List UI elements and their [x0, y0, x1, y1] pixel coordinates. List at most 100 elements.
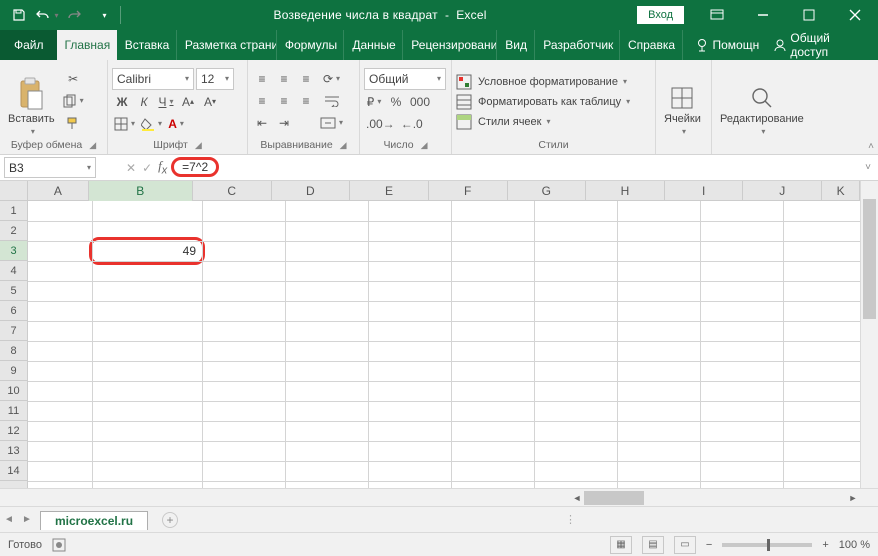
tab-developer[interactable]: Разработчик — [535, 30, 620, 60]
increase-indent-icon[interactable]: ⇥ — [274, 113, 294, 133]
formula-input[interactable]: =7^2 — [167, 155, 858, 180]
decrease-indent-icon[interactable]: ⇤ — [252, 113, 272, 133]
copy-icon[interactable]: ▾ — [61, 91, 86, 111]
column-header[interactable]: J — [743, 181, 822, 201]
tab-nav-prev-icon[interactable]: ◄ — [0, 514, 18, 525]
column-header[interactable]: D — [272, 181, 351, 201]
vertical-scroll-thumb[interactable] — [863, 199, 876, 319]
tab-layout[interactable]: Разметка страни — [177, 30, 277, 60]
align-top-icon[interactable]: ≡ — [252, 69, 272, 89]
close-button[interactable] — [832, 0, 878, 30]
row-header[interactable]: 8 — [0, 341, 27, 361]
zoom-slider[interactable] — [722, 543, 812, 547]
tell-me[interactable]: Помощн — [695, 38, 760, 52]
tab-insert[interactable]: Вставка — [117, 30, 177, 60]
font-color-button[interactable]: A▾ — [166, 114, 186, 134]
row-header[interactable]: 6 — [0, 301, 27, 321]
tab-view[interactable]: Вид — [497, 30, 535, 60]
zoom-out-button[interactable]: − — [706, 539, 712, 551]
orientation-icon[interactable]: ⟳▾ — [318, 69, 345, 89]
align-bottom-icon[interactable]: ≡ — [296, 69, 316, 89]
row-header[interactable]: 7 — [0, 321, 27, 341]
page-break-view-icon[interactable]: ▭ — [674, 536, 696, 554]
new-sheet-button[interactable]: + — [162, 512, 178, 528]
row-header[interactable]: 2 — [0, 221, 27, 241]
maximize-button[interactable] — [786, 0, 832, 30]
currency-icon[interactable]: ₽▾ — [364, 92, 384, 112]
row-header[interactable]: 14 — [0, 461, 27, 481]
row-header[interactable]: 12 — [0, 421, 27, 441]
column-header[interactable]: K — [822, 181, 860, 201]
dialog-launcher-icon[interactable]: ◢ — [89, 140, 96, 151]
increase-decimal-icon[interactable]: .00→ — [364, 114, 397, 134]
row-header[interactable]: 10 — [0, 381, 27, 401]
column-header[interactable]: F — [429, 181, 508, 201]
decrease-font-icon[interactable]: A▾ — [200, 92, 220, 112]
tab-file[interactable]: Файл — [0, 30, 57, 60]
font-name-select[interactable]: Calibri▾ — [112, 68, 194, 90]
editing-button[interactable]: Редактирование▾ — [716, 63, 808, 138]
save-icon[interactable] — [6, 2, 32, 28]
redo-icon[interactable] — [62, 2, 88, 28]
increase-font-icon[interactable]: A▴ — [178, 92, 198, 112]
column-header[interactable]: A — [28, 181, 89, 201]
column-header[interactable]: H — [586, 181, 665, 201]
horizontal-scroll-thumb[interactable] — [584, 491, 644, 505]
merge-cells-icon[interactable]: ▾ — [318, 113, 345, 133]
page-layout-view-icon[interactable]: ▤ — [642, 536, 664, 554]
align-middle-icon[interactable]: ≡ — [274, 69, 294, 89]
insert-function-icon[interactable]: fx — [158, 158, 167, 177]
minimize-button[interactable] — [740, 0, 786, 30]
row-header[interactable]: 1 — [0, 201, 27, 221]
column-header[interactable]: I — [665, 181, 744, 201]
row-header[interactable]: 9 — [0, 361, 27, 381]
row-header[interactable]: 3 — [0, 241, 27, 261]
row-header[interactable]: 11 — [0, 401, 27, 421]
wrap-text-icon[interactable] — [318, 91, 345, 111]
enter-formula-icon[interactable]: ✓ — [142, 161, 152, 175]
underline-button[interactable]: Ч▾ — [156, 92, 176, 112]
font-size-select[interactable]: 12▾ — [196, 68, 234, 90]
dialog-launcher-icon[interactable]: ◢ — [421, 140, 428, 151]
name-box[interactable]: B3▾ — [4, 157, 96, 178]
scroll-left-icon[interactable]: ◄ — [570, 493, 584, 503]
vertical-scrollbar[interactable] — [860, 181, 878, 488]
column-header[interactable]: E — [350, 181, 429, 201]
italic-button[interactable]: К — [134, 92, 154, 112]
comma-icon[interactable]: 000 — [408, 92, 432, 112]
tab-data[interactable]: Данные — [344, 30, 403, 60]
align-right-icon[interactable]: ≡ — [296, 91, 316, 111]
macro-record-icon[interactable] — [52, 538, 66, 552]
share-button[interactable]: Общий доступ — [773, 31, 866, 59]
fill-color-button[interactable]: ▾ — [139, 114, 164, 134]
align-center-icon[interactable]: ≡ — [274, 91, 294, 111]
tab-formulas[interactable]: Формулы — [277, 30, 345, 60]
align-left-icon[interactable]: ≡ — [252, 91, 272, 111]
percent-icon[interactable]: % — [386, 92, 406, 112]
tab-help[interactable]: Справка — [620, 30, 683, 60]
zoom-in-button[interactable]: + — [822, 539, 828, 551]
collapse-ribbon-icon[interactable]: ˄ — [868, 141, 874, 152]
number-format-select[interactable]: Общий▾ — [364, 68, 446, 90]
format-painter-icon[interactable] — [61, 113, 86, 133]
dialog-launcher-icon[interactable]: ◢ — [340, 140, 347, 151]
cells-button[interactable]: Ячейки▾ — [660, 63, 705, 138]
dialog-launcher-icon[interactable]: ◢ — [195, 140, 202, 151]
sheet-tab[interactable]: microexcel.ru — [40, 511, 148, 530]
tab-review[interactable]: Рецензирование — [403, 30, 497, 60]
select-all-corner[interactable] — [0, 181, 28, 201]
tab-home[interactable]: Главная — [57, 30, 117, 60]
signin-button[interactable]: Вход — [637, 6, 684, 24]
conditional-formatting-button[interactable]: Условное форматирование▾ — [456, 74, 651, 90]
column-header[interactable]: G — [508, 181, 587, 201]
horizontal-scrollbar[interactable]: ◄ ► — [570, 491, 860, 505]
cells-area[interactable]: 49 — [28, 201, 860, 488]
column-header[interactable]: B — [89, 181, 193, 201]
scroll-right-icon[interactable]: ► — [846, 493, 860, 503]
qat-customize-icon[interactable]: ▾ — [90, 2, 116, 28]
tab-nav-next-icon[interactable]: ► — [18, 514, 36, 525]
borders-button[interactable]: ▾ — [112, 114, 137, 134]
paste-button[interactable]: Вставить▾ — [4, 63, 59, 138]
row-header[interactable]: 13 — [0, 441, 27, 461]
column-header[interactable]: C — [193, 181, 272, 201]
